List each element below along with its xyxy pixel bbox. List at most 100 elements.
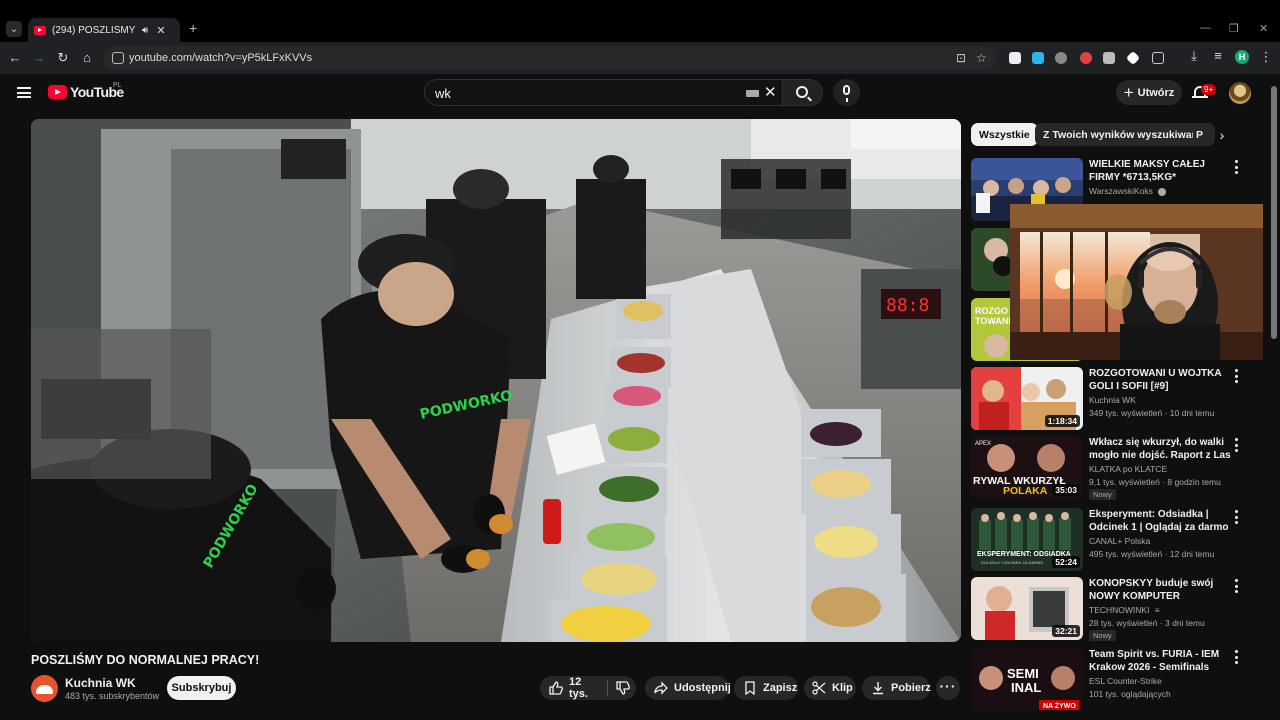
browser-tabstrip: ⌄ (294) POSZLIŚMY DO NORMALNEJ PRACY! 🔊︎… (0, 0, 1280, 42)
clear-search-icon[interactable]: ✕ (764, 83, 777, 101)
more-vertical-icon[interactable] (1233, 369, 1239, 383)
save-button[interactable]: Zapisz (734, 676, 798, 700)
chip-from-search[interactable]: Z Twoich wyników wyszukiwania (1035, 123, 1215, 146)
extension-4-icon[interactable] (1080, 52, 1092, 64)
music-note-icon: ≡ (1154, 606, 1160, 615)
more-vertical-icon[interactable] (1233, 160, 1239, 174)
window-maximize-button[interactable]: ❐ (1229, 22, 1239, 35)
extension-6-icon[interactable] (1125, 50, 1141, 66)
recommendation-item[interactable]: EKSPERYMENT: ODSIADKA DOLADUJ I ODCINEK Z… (971, 508, 1261, 574)
more-actions-button[interactable]: ··· (936, 676, 960, 700)
chip-all[interactable]: Wszystkie (971, 123, 1038, 146)
video-thumbnail[interactable]: 32:21 (971, 577, 1083, 640)
microphone-icon (843, 85, 850, 102)
channel-label: TECHNOWINKI (1089, 605, 1150, 615)
subscribe-button[interactable]: Subskrybuj (167, 676, 236, 700)
search-button[interactable] (783, 79, 823, 106)
reload-icon[interactable]: ↻ (55, 50, 71, 66)
webcam-overlay (1010, 204, 1263, 360)
channel-name[interactable]: Kuchnia WK (65, 676, 136, 690)
video-player[interactable]: 88:8 PODWORKO PODWORKO (31, 119, 961, 642)
channel-label: WarszawskiKoks (1089, 186, 1153, 196)
channel-avatar[interactable] (31, 675, 58, 702)
home-icon[interactable]: ⌂ (79, 50, 95, 65)
recommendation-item[interactable]: 32:21 KONOPSKYY buduje swój NOWY KOMPUTE… (971, 577, 1261, 643)
bookmark-icon (743, 681, 757, 695)
site-info-icon[interactable] (112, 52, 124, 64)
window-close-button[interactable]: ✕ (1259, 22, 1268, 35)
extensions-puzzle-icon[interactable] (1152, 52, 1164, 64)
browser-profile-avatar[interactable]: H (1235, 50, 1249, 64)
search-icon (796, 86, 808, 98)
video-thumbnail[interactable]: SEMI INAL NA ŻYWO (971, 648, 1083, 711)
recommendation-meta: 495 tys. wyświetleń · 12 dni temu (1089, 549, 1215, 559)
account-avatar[interactable] (1229, 82, 1251, 104)
thumbs-up-icon[interactable] (549, 681, 563, 695)
create-button[interactable]: + Utwórz (1116, 80, 1182, 105)
voice-search-button[interactable] (833, 79, 860, 106)
recommendation-channel[interactable]: KLATKA po KLATCE (1089, 464, 1167, 474)
window-minimize-button[interactable]: — (1200, 22, 1211, 34)
svg-text:88:8: 88:8 (886, 295, 929, 316)
address-bar[interactable]: youtube.com/watch?v=yP5kLFxKVVs ⊡ ☆ (104, 46, 996, 70)
tab-search-button[interactable]: ⌄ (6, 21, 22, 37)
new-tab-button[interactable]: + (189, 20, 197, 36)
clip-button[interactable]: Klip (804, 676, 856, 700)
back-arrow-icon[interactable]: ← (7, 50, 23, 65)
extension-3-icon[interactable] (1055, 52, 1067, 64)
recommendation-title[interactable]: Team Spirit vs. FURIA - IEM Krakow 2026 … (1089, 648, 1231, 674)
recommendation-title[interactable]: ROZGOTOWANI U WOJTKA GOLI I SOFII [#9] (1089, 367, 1231, 393)
recommendation-channel[interactable]: WarszawskiKoks (1089, 186, 1167, 196)
more-vertical-icon[interactable] (1233, 650, 1239, 664)
recommendation-channel[interactable]: TECHNOWINKI ≡ (1089, 605, 1160, 615)
video-duration: 32:21 (1052, 625, 1080, 637)
more-vertical-icon[interactable] (1233, 510, 1239, 524)
chevron-right-icon[interactable]: › (1211, 125, 1233, 145)
thumb-text-rozgo: ROZGO (975, 306, 1008, 316)
like-count[interactable]: 12 tys. (569, 676, 597, 700)
speaker-icon[interactable]: 🔊︎ (142, 25, 148, 36)
download-icon (871, 681, 885, 695)
download-icon[interactable]: ⤓ (1186, 48, 1202, 64)
guide-menu-icon[interactable] (17, 87, 31, 98)
chip-next[interactable]: P (1193, 123, 1207, 146)
install-app-icon[interactable]: ⊡ (956, 51, 966, 65)
new-badge: Nowy (1089, 630, 1116, 641)
recommendation-title[interactable]: WIELKIE MAKSY CAŁEJ FIRMY *6713,5KG* (1089, 158, 1231, 184)
share-label: Udostępnij (674, 682, 731, 694)
recommendation-title[interactable]: Eksperyment: Odsiadka | Odcinek 1 | Oglą… (1089, 508, 1231, 534)
browser-toolbar: ← → ↻ ⌂ youtube.com/watch?v=yP5kLFxKVVs … (0, 42, 1280, 74)
video-thumbnail[interactable]: 1:18:34 (971, 367, 1083, 430)
recommendation-title[interactable]: KONOPSKYY buduje swój NOWY KOMPUTER (1089, 577, 1231, 603)
more-vertical-icon[interactable] (1233, 438, 1239, 452)
keyboard-icon[interactable] (746, 90, 759, 97)
recommendation-channel[interactable]: Kuchnia WK (1089, 395, 1136, 405)
more-horizontal-icon: ··· (939, 677, 957, 694)
new-badge: Nowy (1089, 489, 1116, 500)
forward-arrow-icon[interactable]: → (31, 50, 47, 65)
video-thumbnail[interactable]: APEX RYWAL WKURZYŁ POLAKA 35:03 (971, 436, 1083, 499)
tab-close-icon[interactable]: ✕ (156, 24, 165, 37)
recommendation-item[interactable]: APEX RYWAL WKURZYŁ POLAKA 35:03 Wkłacz się… (971, 436, 1261, 502)
recommendation-title[interactable]: Wkłacz się wkurzył, do walki mogło nie d… (1089, 436, 1231, 462)
download-button[interactable]: Pobierz (862, 676, 931, 700)
extension-1-icon[interactable] (1009, 52, 1021, 64)
more-vertical-icon[interactable] (1233, 579, 1239, 593)
thumbs-down-icon[interactable] (616, 681, 630, 695)
extension-2-icon[interactable] (1032, 52, 1044, 64)
recommendation-item[interactable]: 1:18:34 ROZGOTOWANI U WOJTKA GOLI I SOFI… (971, 367, 1261, 433)
extension-5-icon[interactable] (1103, 52, 1115, 64)
recommendation-channel[interactable]: ESL Counter-Strike (1089, 676, 1162, 686)
video-thumbnail[interactable]: EKSPERYMENT: ODSIADKA DOLADUJ I ODCINEK Z… (971, 508, 1083, 571)
thumb-text-semi: SEMI (1007, 666, 1039, 681)
recommendation-channel[interactable]: CANAL+ Polska (1089, 536, 1150, 546)
share-button[interactable]: Udostępnij (645, 676, 731, 700)
bookmark-star-icon[interactable]: ☆ (976, 51, 987, 65)
recommendation-meta: 9,1 tys. wyświetleń · 8 godzin temu (1089, 477, 1221, 487)
media-control-icon[interactable]: ≡ (1210, 48, 1226, 63)
recommendation-item[interactable]: SEMI INAL NA ŻYWO Team Spirit vs. FURIA - … (971, 648, 1261, 714)
page-scrollbar[interactable] (1271, 86, 1277, 339)
browser-menu-icon[interactable]: ⋮ (1258, 49, 1274, 65)
search-input[interactable]: wk ✕ (424, 79, 783, 106)
browser-tab-active[interactable]: (294) POSZLIŚMY DO NORMALNEJ PRACY! 🔊︎ ✕ (28, 18, 180, 42)
